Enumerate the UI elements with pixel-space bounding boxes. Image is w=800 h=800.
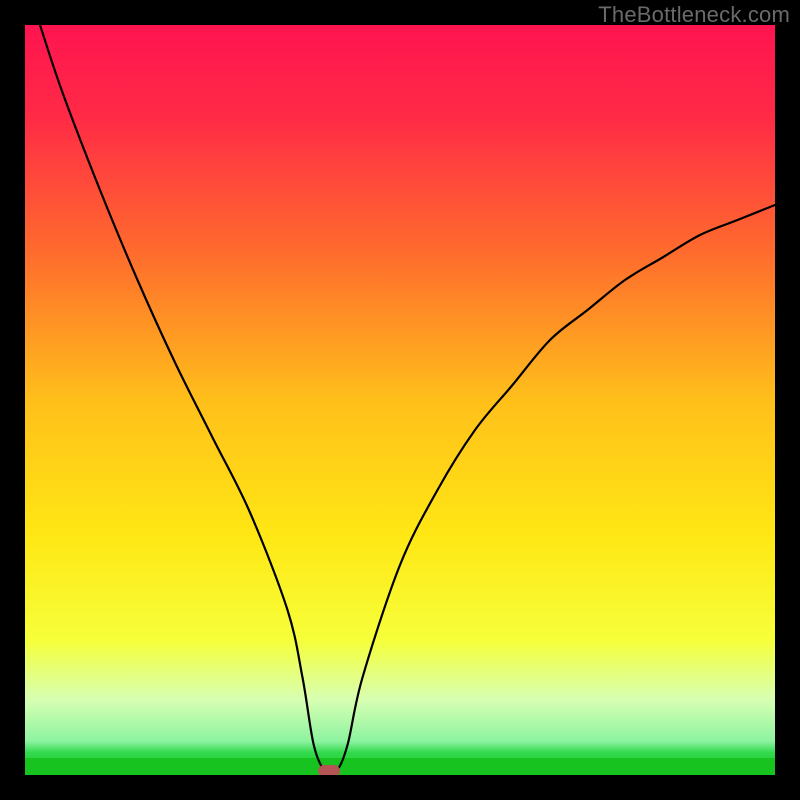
bottleneck-curve: [25, 25, 775, 775]
chart-frame: TheBottleneck.com: [0, 0, 800, 800]
plot-area: [25, 25, 775, 775]
attribution-text: TheBottleneck.com: [598, 2, 790, 28]
minimum-marker: [318, 765, 340, 775]
